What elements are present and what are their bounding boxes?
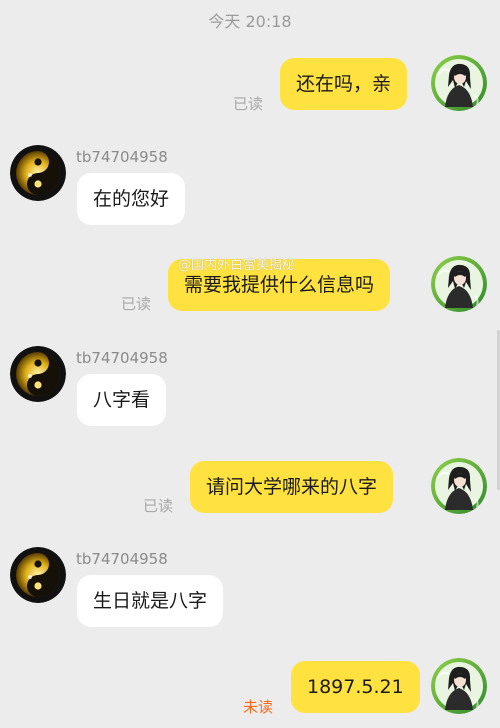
yin-yang-avatar-icon[interactable] <box>10 547 66 603</box>
incoming-message-bubble[interactable]: 八字看 <box>77 374 167 426</box>
read-receipt: 已读 <box>121 295 152 313</box>
message-row: tb74704958 在的您好 <box>0 145 500 230</box>
chat-view[interactable]: 今天 20:18 已读 还在吗，亲 tb74704958 在的您好 已读 需要我… <box>0 0 500 728</box>
message-row: 已读 还在吗，亲 <box>0 55 500 115</box>
yin-yang-avatar-icon[interactable] <box>10 145 66 201</box>
message-row: tb74704958 八字看 <box>0 346 500 431</box>
self-avatar-icon[interactable] <box>431 256 487 312</box>
read-receipt: 已读 <box>143 497 174 515</box>
chat-timestamp: 今天 20:18 <box>208 12 292 31</box>
watermark: @国内外白富美揭秘 <box>178 258 296 273</box>
message-row: tb74704958 生日就是八字 <box>0 547 500 632</box>
outgoing-message-bubble[interactable]: 还在吗，亲 <box>280 58 408 110</box>
incoming-message-bubble[interactable]: 生日就是八字 <box>77 575 224 627</box>
self-avatar-icon[interactable] <box>431 55 487 111</box>
outgoing-message-bubble[interactable]: 请问大学哪来的八字 <box>190 461 394 513</box>
self-avatar-icon[interactable] <box>431 658 487 714</box>
contact-name: tb74704958 <box>76 550 168 568</box>
message-row: 已读 请问大学哪来的八字 <box>0 458 500 518</box>
message-row: 未读 1897.5.21 <box>0 658 500 718</box>
contact-name: tb74704958 <box>76 148 168 166</box>
outgoing-message-bubble[interactable]: 1897.5.21 <box>291 661 420 713</box>
read-receipt: 已读 <box>233 95 264 113</box>
contact-name: tb74704958 <box>76 349 168 367</box>
self-avatar-icon[interactable] <box>431 458 487 514</box>
unread-receipt: 未读 <box>243 698 274 716</box>
yin-yang-avatar-icon[interactable] <box>10 346 66 402</box>
incoming-message-bubble[interactable]: 在的您好 <box>77 173 186 225</box>
